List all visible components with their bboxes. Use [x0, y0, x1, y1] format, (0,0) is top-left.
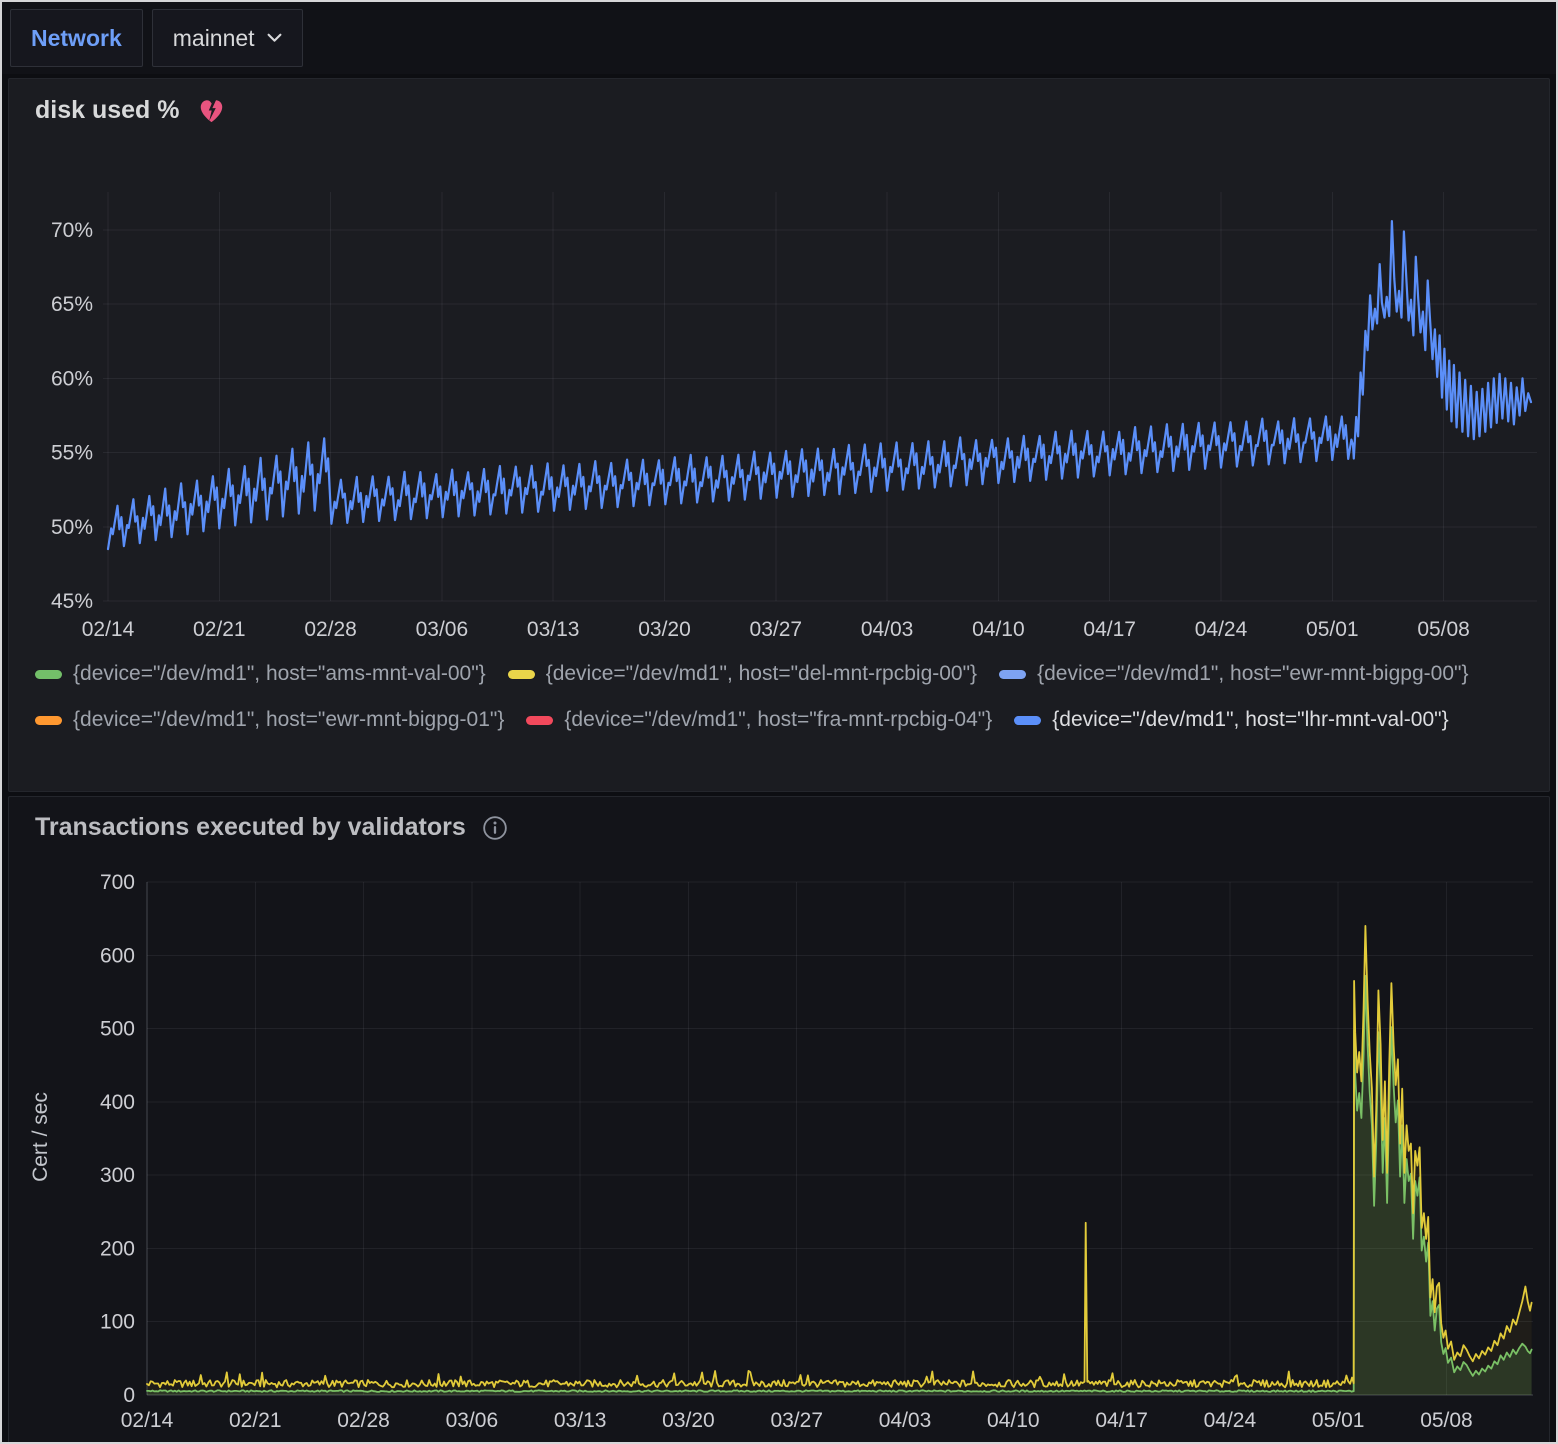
svg-text:400: 400	[100, 1091, 135, 1114]
svg-text:02/28: 02/28	[337, 1409, 390, 1432]
x-grid	[147, 882, 1446, 1395]
axis-lines	[147, 882, 1533, 1395]
legend-item[interactable]: {device="/dev/md1", host="fra-mnt-rpcbig…	[526, 697, 992, 743]
legend-swatch-icon	[526, 716, 553, 725]
svg-text:45%: 45%	[51, 590, 93, 613]
svg-text:03/20: 03/20	[638, 618, 691, 641]
panel-transactions: Transactions executed by validators 0 100…	[8, 796, 1550, 1444]
legend-label: {device="/dev/md1", host="fra-mnt-rpcbig…	[564, 708, 992, 732]
legend-label: {device="/dev/md1", host="ams-mnt-val-00…	[73, 662, 486, 686]
svg-text:03/13: 03/13	[527, 618, 580, 641]
legend-item[interactable]: {device="/dev/md1", host="del-mnt-rpcbig…	[508, 651, 977, 697]
legend-swatch-icon	[1014, 716, 1041, 725]
y-tick-labels: 45% 50% 55% 60% 65% 70%	[51, 219, 93, 613]
series-area	[147, 976, 1532, 1395]
svg-text:03/06: 03/06	[446, 1409, 499, 1432]
panel-title-transactions[interactable]: Transactions executed by validators	[35, 813, 466, 842]
series-area	[147, 926, 1532, 1395]
x-tick-labels: 02/14 02/21 02/28 03/06 03/13 03/20 03/27 04/03…	[121, 1409, 1473, 1432]
info-icon[interactable]	[482, 815, 508, 841]
series-line	[147, 926, 1532, 1387]
svg-text:05/01: 05/01	[1306, 618, 1359, 641]
svg-text:04/10: 04/10	[987, 1409, 1040, 1432]
transactions-chart: 0 100 200 300 400 500 600 700 02/14 02/21 02/28 03/…	[9, 857, 1551, 1444]
y-tick-labels: 0 100 200 300 400 500 600 700	[100, 871, 135, 1407]
svg-text:04/10: 04/10	[972, 618, 1025, 641]
grafana-dashboard: Network mainnet disk used % 45% 50% 55% 60%…	[0, 0, 1558, 1444]
svg-text:700: 700	[100, 871, 135, 894]
svg-text:04/03: 04/03	[861, 618, 914, 641]
svg-text:05/01: 05/01	[1312, 1409, 1365, 1432]
network-label-text: Network	[31, 25, 122, 52]
legend-item[interactable]: {device="/dev/md1", host="ams-mnt-val-00…	[35, 651, 486, 697]
panel-disk-used-header: disk used %	[35, 95, 227, 126]
legend-item[interactable]: {device="/dev/md1", host="lhr-mnt-val-00…	[1014, 697, 1448, 743]
svg-text:02/28: 02/28	[304, 618, 357, 641]
network-variable-label: Network	[10, 9, 143, 67]
series-line	[108, 221, 1531, 549]
legend-swatch-icon	[35, 716, 62, 725]
legend-label: {device="/dev/md1", host="lhr-mnt-val-00…	[1052, 708, 1448, 732]
svg-text:05/08: 05/08	[1417, 618, 1470, 641]
svg-text:03/27: 03/27	[750, 618, 803, 641]
legend-item[interactable]: {device="/dev/md1", host="ewr-mnt-bigpg-…	[35, 697, 504, 743]
legend-label: {device="/dev/md1", host="ewr-mnt-bigpg-…	[73, 708, 504, 732]
svg-text:03/06: 03/06	[416, 618, 469, 641]
svg-text:02/14: 02/14	[121, 1409, 174, 1432]
svg-text:50%: 50%	[51, 516, 93, 539]
legend-item[interactable]: {device="/dev/md1", host="ewr-mnt-bigpg-…	[999, 651, 1468, 697]
svg-text:55%: 55%	[51, 442, 93, 465]
svg-text:200: 200	[100, 1237, 135, 1260]
svg-text:70%: 70%	[51, 219, 93, 242]
svg-text:03/20: 03/20	[662, 1409, 715, 1432]
legend-swatch-icon	[35, 670, 62, 679]
svg-text:04/03: 04/03	[879, 1409, 932, 1432]
panel-title-disk-used[interactable]: disk used %	[35, 96, 180, 125]
panel-transactions-header: Transactions executed by validators	[35, 813, 508, 842]
svg-text:05/08: 05/08	[1420, 1409, 1473, 1432]
y-grid	[147, 882, 1533, 1395]
broken-heart-icon	[196, 95, 227, 126]
panel-disk-used: disk used % 45% 50% 55% 60% 65% 70% 02/14 02/21…	[8, 78, 1550, 792]
network-variable-select[interactable]: mainnet	[152, 9, 303, 67]
svg-text:60%: 60%	[51, 367, 93, 390]
legend-label: {device="/dev/md1", host="ewr-mnt-bigpg-…	[1037, 662, 1468, 686]
y-axis-label: Cert / sec	[29, 1092, 52, 1182]
svg-text:04/24: 04/24	[1195, 618, 1248, 641]
disk-used-legend: {device="/dev/md1", host="ams-mnt-val-00…	[35, 651, 1529, 743]
chevron-down-icon	[267, 33, 282, 43]
svg-text:0: 0	[123, 1384, 135, 1407]
svg-text:02/21: 02/21	[229, 1409, 282, 1432]
network-value-text: mainnet	[173, 25, 255, 52]
svg-text:600: 600	[100, 944, 135, 967]
svg-text:500: 500	[100, 1018, 135, 1041]
svg-text:03/13: 03/13	[554, 1409, 607, 1432]
toolbar: Network mainnet	[2, 2, 1556, 74]
svg-text:04/24: 04/24	[1204, 1409, 1257, 1432]
svg-text:02/14: 02/14	[82, 618, 135, 641]
series-line	[147, 976, 1532, 1392]
legend-swatch-icon	[508, 670, 535, 679]
legend-swatch-icon	[999, 670, 1026, 679]
svg-text:02/21: 02/21	[193, 618, 246, 641]
svg-text:03/27: 03/27	[770, 1409, 823, 1432]
svg-text:65%: 65%	[51, 293, 93, 316]
svg-text:300: 300	[100, 1164, 135, 1187]
y-grid	[103, 230, 1537, 601]
x-grid	[108, 192, 1444, 601]
svg-text:100: 100	[100, 1311, 135, 1334]
legend-label: {device="/dev/md1", host="del-mnt-rpcbig…	[546, 662, 977, 686]
disk-used-chart: 45% 50% 55% 60% 65% 70% 02/14 02/21 02/28 03/06 03…	[9, 174, 1551, 649]
x-tick-labels: 02/14 02/21 02/28 03/06 03/13 03/20 03/27 04/03…	[82, 618, 1470, 641]
svg-text:04/17: 04/17	[1083, 618, 1136, 641]
svg-text:04/17: 04/17	[1095, 1409, 1148, 1432]
